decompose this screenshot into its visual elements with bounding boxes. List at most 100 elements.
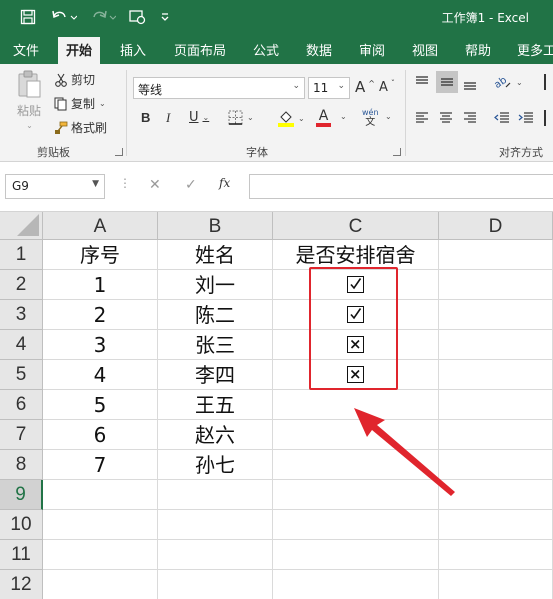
format-painter-label: 格式刷 <box>71 121 108 135</box>
font-color-dropdown-icon[interactable]: ⌄ <box>339 112 347 121</box>
group-divider <box>126 70 127 156</box>
fill-color-button[interactable]: ⌄ <box>278 110 305 127</box>
clipboard-launcher-icon[interactable] <box>115 148 123 156</box>
touch-mode-icon[interactable] <box>124 5 152 29</box>
paste-button[interactable]: 粘贴 ⌄ <box>12 70 46 130</box>
bold-icon: B <box>141 110 151 125</box>
shrink-font-button[interactable]: Aˇ <box>379 79 395 95</box>
align-center-button[interactable] <box>438 110 454 126</box>
increase-indent-button[interactable] <box>518 110 534 126</box>
font-name-value: 等线 <box>138 83 163 97</box>
group-divider <box>405 70 406 156</box>
tab-insert[interactable]: 插入 <box>120 40 146 59</box>
align-middle-button[interactable] <box>436 71 458 93</box>
font-color-icon: A <box>318 108 329 124</box>
annotation-arrow-icon <box>354 408 455 496</box>
tab-more[interactable]: 更多工 <box>517 40 553 59</box>
font-name-dropdown-icon[interactable]: ⌄ <box>292 81 300 91</box>
ribbon-tabs: 文件 开始 插入 页面布局 公式 数据 审阅 视图 帮助 更多工 <box>0 34 553 64</box>
font-size-dropdown-icon[interactable]: ⌄ <box>337 81 345 91</box>
font-color-button[interactable]: A <box>316 109 331 127</box>
ribbon: 粘贴 ⌄ 剪切 复制 ⌄ 格式刷 剪贴板 等线 ⌄ 11 ⌄ A ^ Aˇ B I… <box>0 64 553 162</box>
tab-formulas[interactable]: 公式 <box>253 40 279 59</box>
italic-button[interactable]: I <box>166 110 170 126</box>
formula-bar-grip-icon[interactable]: ⋮ <box>119 176 131 190</box>
border-icon <box>228 110 243 125</box>
scissors-icon <box>55 73 67 87</box>
tab-view[interactable]: 视图 <box>412 40 438 59</box>
insert-function-icon[interactable]: fx <box>219 176 230 190</box>
orientation-button[interactable]: ab ⌄ <box>494 74 523 90</box>
name-box-dropdown-icon[interactable]: ▼ <box>92 179 99 189</box>
align-left-button[interactable] <box>414 110 430 126</box>
merge-center-button[interactable] <box>544 110 553 126</box>
paste-icon <box>18 70 41 98</box>
tab-home[interactable]: 开始 <box>58 37 101 64</box>
tab-review[interactable]: 审阅 <box>359 40 385 59</box>
copy-icon <box>54 97 67 110</box>
cut-button[interactable]: 剪切 <box>54 71 95 88</box>
save-icon[interactable] <box>14 5 42 29</box>
font-size-combo[interactable]: 11 ⌄ <box>308 77 350 99</box>
tab-file[interactable]: 文件 <box>13 40 39 59</box>
shrink-arrow-icon: ˇ <box>390 79 395 88</box>
fill-color-dropdown-icon[interactable]: ⌄ <box>298 114 305 123</box>
undo-icon[interactable] <box>48 5 80 29</box>
align-middle-icon <box>441 78 453 86</box>
bold-button[interactable]: B <box>141 110 150 125</box>
enter-icon[interactable]: ✓ <box>185 177 197 193</box>
align-right-icon <box>464 112 476 123</box>
tab-help[interactable]: 帮助 <box>465 40 491 59</box>
cut-label: 剪切 <box>71 73 96 87</box>
orientation-dropdown-icon[interactable]: ⌄ <box>516 78 523 87</box>
copy-button[interactable]: 复制 ⌄ <box>54 95 106 112</box>
align-bottom-button[interactable] <box>462 76 478 92</box>
phonetic-dropdown-icon[interactable]: ⌄ <box>384 112 392 121</box>
grow-font-icon: A <box>355 78 366 96</box>
copy-dropdown-icon[interactable]: ⌄ <box>99 99 106 108</box>
decrease-indent-button[interactable] <box>494 110 510 126</box>
wrap-text-button[interactable] <box>544 74 553 90</box>
svg-text:ab: ab <box>494 75 509 90</box>
border-button[interactable]: ⌄ <box>228 110 254 125</box>
underline-icon: U <box>189 110 199 125</box>
tab-data[interactable]: 数据 <box>306 40 332 59</box>
tab-page-layout[interactable]: 页面布局 <box>174 40 226 59</box>
italic-icon: I <box>166 110 171 125</box>
paste-label: 粘贴 <box>16 104 41 118</box>
underline-dropdown-icon[interactable]: ⌄ <box>203 113 210 122</box>
grow-font-button[interactable]: A ^ <box>355 78 375 96</box>
font-size-value: 11 <box>313 81 329 95</box>
document-title: 工作簿1 - Excel <box>441 11 529 25</box>
copy-label: 复制 <box>71 97 96 111</box>
title-bar: 工作簿1 - Excel <box>0 0 553 34</box>
decrease-indent-icon <box>494 112 509 123</box>
align-top-icon <box>416 76 428 84</box>
align-center-icon <box>440 112 452 123</box>
worksheet-grid[interactable]: A B C D 1 2 3 4 5 6 7 8 9 10 11 12 序号 姓名… <box>0 212 553 599</box>
align-left-icon <box>416 112 428 123</box>
name-box-value: G9 <box>12 179 29 193</box>
formula-input[interactable] <box>249 174 553 199</box>
fill-color-icon <box>278 111 294 127</box>
format-painter-button[interactable]: 格式刷 <box>54 119 107 136</box>
customize-icon[interactable] <box>156 5 174 29</box>
redo-icon[interactable] <box>86 5 120 29</box>
underline-button[interactable]: U ⌄ <box>189 110 209 125</box>
align-right-button[interactable] <box>462 110 478 126</box>
alignment-group-label: 对齐方式 <box>499 146 543 159</box>
formula-bar: G9 ▼ ⋮ ✕ ✓ fx <box>0 162 553 212</box>
font-launcher-icon[interactable] <box>393 148 401 156</box>
font-group-label: 字体 <box>246 146 268 159</box>
name-box[interactable]: G9 ▼ <box>5 174 105 199</box>
paste-dropdown-icon[interactable]: ⌄ <box>26 121 33 130</box>
shrink-font-icon: A <box>379 80 388 95</box>
border-dropdown-icon[interactable]: ⌄ <box>247 113 254 122</box>
grow-arrow-icon: ^ <box>368 78 375 88</box>
phonetic-bottom: 文 <box>365 117 376 128</box>
clipboard-group-label: 剪贴板 <box>37 146 70 159</box>
align-top-button[interactable] <box>414 74 430 90</box>
font-name-combo[interactable]: 等线 ⌄ <box>133 77 305 99</box>
cancel-icon[interactable]: ✕ <box>149 177 161 193</box>
phonetic-button[interactable]: wén 文 <box>362 108 379 128</box>
